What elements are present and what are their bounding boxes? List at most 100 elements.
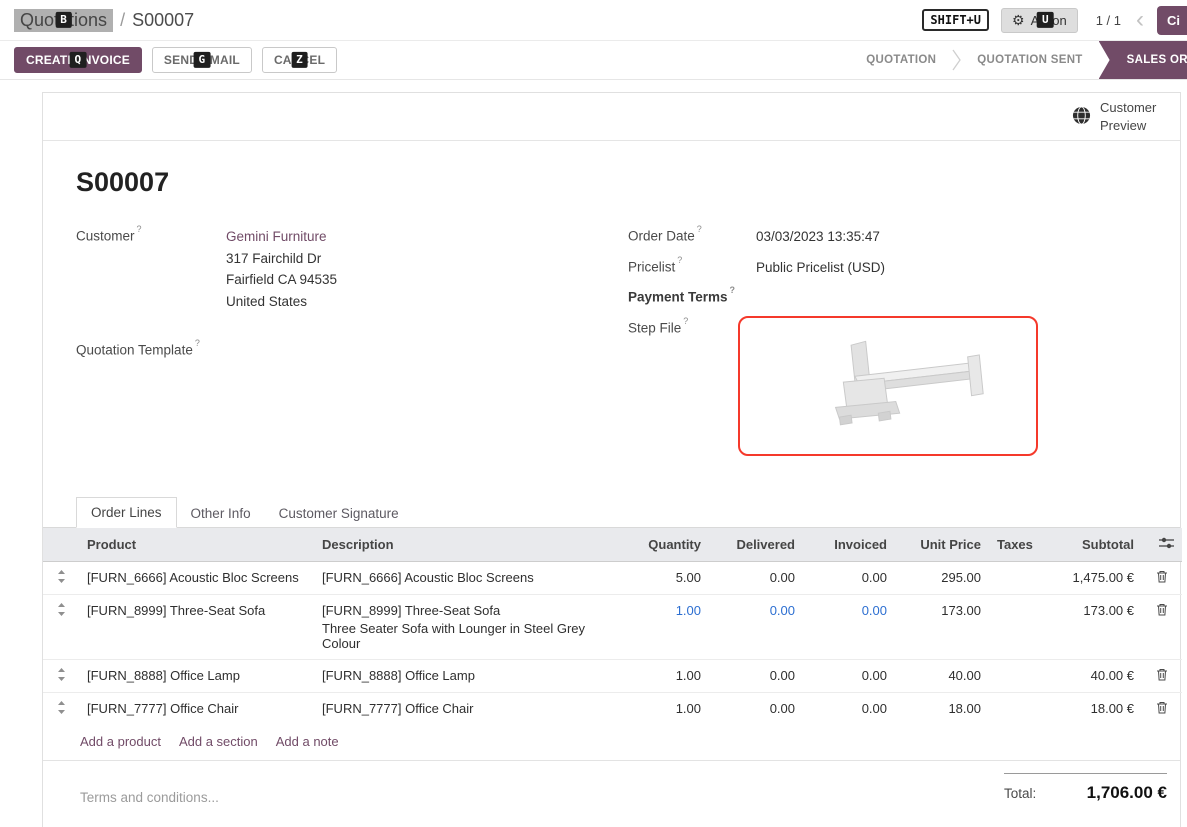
- pricelist-value[interactable]: Public Pricelist (USD): [756, 257, 885, 279]
- stage-quotation-sent[interactable]: QUOTATION SENT: [961, 41, 1098, 79]
- stage-sales-order[interactable]: SALES ORDER: [1099, 41, 1187, 79]
- quantity-cell[interactable]: 1.00: [619, 594, 709, 659]
- kbd-hint-u-badge: U: [1037, 12, 1054, 28]
- tab-order-lines[interactable]: Order Lines: [76, 497, 177, 528]
- notebook-tabs: Order Lines Other Info Customer Signatur…: [43, 497, 1180, 528]
- add-product-link[interactable]: Add a product: [80, 734, 161, 749]
- product-cell[interactable]: [FURN_8888] Office Lamp: [79, 659, 314, 692]
- subtotal-column-header[interactable]: Subtotal: [1049, 528, 1142, 562]
- drag-handle-icon[interactable]: [57, 603, 66, 619]
- taxes-cell[interactable]: [989, 561, 1049, 594]
- breadcrumb: Quotations B / S00007: [14, 9, 194, 32]
- quantity-column-header[interactable]: Quantity: [619, 528, 709, 562]
- form-right-column: Order Date? 03/03/2023 13:35:47 Pricelis…: [628, 226, 1180, 465]
- description-line2: Three Seater Sofa with Lounger in Steel …: [322, 621, 611, 651]
- description-cell[interactable]: [FURN_6666] Acoustic Bloc Screens: [314, 561, 619, 594]
- unit-price-cell[interactable]: 173.00: [895, 594, 989, 659]
- gear-icon: ⚙: [1012, 13, 1025, 27]
- description-column-header[interactable]: Description: [314, 528, 619, 562]
- topbar-right-cluster: SHIFT+U ⚙ Action U 1 / 1 ‹ › Ci: [922, 8, 1173, 33]
- unit-price-cell[interactable]: 18.00: [895, 692, 989, 725]
- invoiced-cell[interactable]: 0.00: [803, 659, 895, 692]
- order-date-value[interactable]: 03/03/2023 13:35:47: [756, 226, 880, 248]
- sheet-footer: Terms and conditions... Total: 1,706.00 …: [43, 761, 1180, 827]
- delete-row-icon[interactable]: [1156, 701, 1168, 717]
- delete-row-icon[interactable]: [1156, 570, 1168, 586]
- taxes-column-header[interactable]: Taxes: [989, 528, 1049, 562]
- unit-price-cell[interactable]: 295.00: [895, 561, 989, 594]
- taxes-cell[interactable]: [989, 659, 1049, 692]
- description-line1: [FURN_6666] Acoustic Bloc Screens: [322, 570, 611, 585]
- drag-handle-icon[interactable]: [57, 668, 66, 684]
- product-column-header[interactable]: Product: [79, 528, 314, 562]
- customer-preview-button[interactable]: Customer Preview: [1072, 99, 1164, 134]
- product-cell[interactable]: [FURN_6666] Acoustic Bloc Screens: [79, 561, 314, 594]
- tab-customer-signature[interactable]: Customer Signature: [265, 499, 413, 528]
- add-section-link[interactable]: Add a section: [179, 734, 258, 749]
- help-icon: ?: [683, 316, 688, 326]
- breadcrumb-current: S00007: [132, 10, 194, 31]
- delete-row-icon[interactable]: [1156, 603, 1168, 619]
- table-row[interactable]: [FURN_6666] Acoustic Bloc Screens [FURN_…: [43, 561, 1182, 594]
- help-icon: ?: [677, 255, 682, 265]
- stage-quotation[interactable]: QUOTATION: [850, 41, 952, 79]
- step-file-label: Step File?: [628, 318, 756, 456]
- product-cell[interactable]: [FURN_7777] Office Chair: [79, 692, 314, 725]
- description-line1: [FURN_7777] Office Chair: [322, 701, 611, 716]
- create-invoice-button[interactable]: CREATE INVOICE Q: [14, 47, 142, 73]
- quantity-cell[interactable]: 1.00: [619, 659, 709, 692]
- cancel-button[interactable]: CANCEL Z: [262, 47, 337, 73]
- delivered-column-header[interactable]: Delivered: [709, 528, 803, 562]
- drag-handle-icon[interactable]: [57, 570, 66, 586]
- step-file-image[interactable]: [738, 316, 1038, 456]
- payment-terms-label: Payment Terms?: [628, 287, 756, 305]
- breadcrumb-quotations-link[interactable]: Quotations B: [14, 9, 113, 32]
- add-note-link[interactable]: Add a note: [276, 734, 339, 749]
- delete-row-icon[interactable]: [1156, 668, 1168, 684]
- taxes-cell[interactable]: [989, 692, 1049, 725]
- pager-count: 1 / 1: [1096, 13, 1121, 28]
- tab-other-info[interactable]: Other Info: [177, 499, 265, 528]
- invoiced-column-header[interactable]: Invoiced: [803, 528, 895, 562]
- customer-link[interactable]: Gemini Furniture: [226, 229, 327, 244]
- order-lines-table: Product Description Quantity Delivered I…: [43, 528, 1182, 725]
- table-row[interactable]: [FURN_7777] Office Chair [FURN_7777] Off…: [43, 692, 1182, 725]
- help-icon: ?: [697, 224, 702, 234]
- table-row[interactable]: [FURN_8999] Three-Seat Sofa [FURN_8999] …: [43, 594, 1182, 659]
- delivered-cell[interactable]: 0.00: [709, 659, 803, 692]
- top-navigation-bar: Quotations B / S00007 SHIFT+U ⚙ Action U…: [0, 0, 1187, 41]
- table-row[interactable]: [FURN_8888] Office Lamp [FURN_8888] Offi…: [43, 659, 1182, 692]
- send-email-button[interactable]: SEND EMAIL G: [152, 47, 252, 73]
- invoiced-cell[interactable]: 0.00: [803, 692, 895, 725]
- invoiced-cell[interactable]: 0.00: [803, 594, 895, 659]
- optional-columns-icon[interactable]: [1159, 537, 1174, 552]
- description-cell[interactable]: [FURN_8888] Office Lamp: [314, 659, 619, 692]
- edge-cut-button[interactable]: Ci: [1157, 6, 1187, 35]
- help-icon: ?: [137, 224, 142, 234]
- pager-previous-icon[interactable]: ‹: [1133, 8, 1147, 32]
- drag-handle-icon[interactable]: [57, 701, 66, 717]
- quantity-cell[interactable]: 5.00: [619, 561, 709, 594]
- product-cell[interactable]: [FURN_8999] Three-Seat Sofa: [79, 594, 314, 659]
- quantity-cell[interactable]: 1.00: [619, 692, 709, 725]
- description-cell[interactable]: [FURN_7777] Office Chair: [314, 692, 619, 725]
- unit-price-column-header[interactable]: Unit Price: [895, 528, 989, 562]
- terms-placeholder[interactable]: Terms and conditions...: [80, 790, 219, 805]
- action-button-bar: CREATE INVOICE Q SEND EMAIL G CANCEL Z Q…: [0, 41, 1187, 80]
- delivered-cell[interactable]: 0.00: [709, 594, 803, 659]
- unit-price-cell[interactable]: 40.00: [895, 659, 989, 692]
- breadcrumb-separator: /: [120, 10, 125, 31]
- delivered-cell[interactable]: 0.00: [709, 692, 803, 725]
- description-cell[interactable]: [FURN_8999] Three-Seat Sofa Three Seater…: [314, 594, 619, 659]
- invoiced-cell[interactable]: 0.00: [803, 561, 895, 594]
- action-menu-button[interactable]: ⚙ Action U: [1001, 8, 1078, 33]
- delivered-cell[interactable]: 0.00: [709, 561, 803, 594]
- kbd-hint-z-badge: Z: [291, 52, 308, 68]
- taxes-cell[interactable]: [989, 594, 1049, 659]
- pricelist-label: Pricelist?: [628, 257, 756, 279]
- kbd-hint-shift-u-badge: SHIFT+U: [922, 9, 989, 31]
- subtotal-cell: 18.00 €: [1049, 692, 1142, 725]
- field-step-file: Step File?: [628, 318, 1180, 456]
- order-date-label: Order Date?: [628, 226, 756, 248]
- total-value: 1,706.00 €: [1087, 783, 1167, 803]
